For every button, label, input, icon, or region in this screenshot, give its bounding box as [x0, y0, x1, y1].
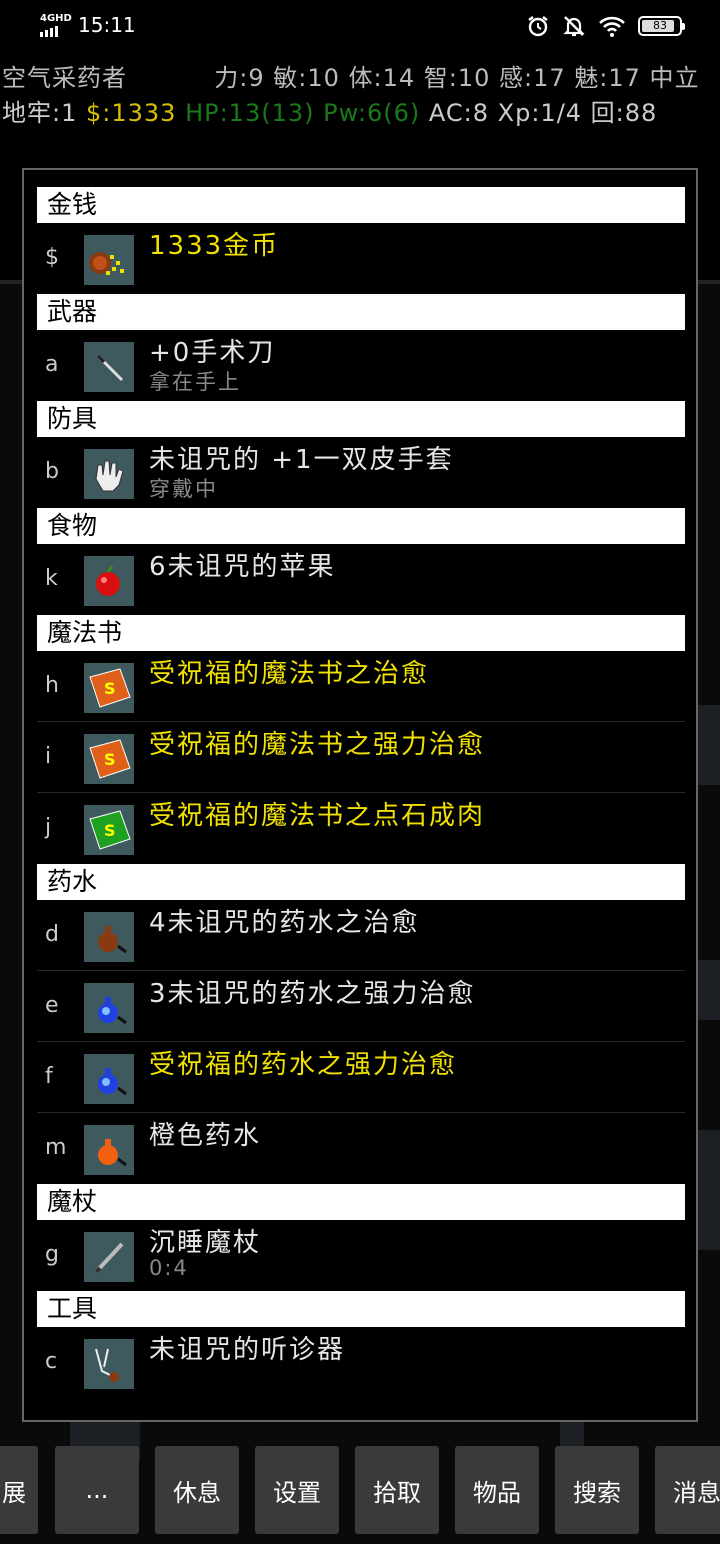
clock: 15:11	[78, 13, 136, 37]
scalpel-icon	[84, 342, 134, 392]
item-name: 受祝福的魔法书之治愈	[149, 659, 430, 689]
category-header: 药水	[37, 864, 685, 900]
svg-text:S: S	[104, 750, 116, 769]
spellbook-green-icon: S	[84, 805, 134, 855]
item-name: 橙色药水	[149, 1121, 262, 1151]
wifi-icon	[599, 16, 625, 37]
item-name: 未诅咒的 +1一双皮手套	[149, 445, 454, 475]
battery-icon: 83	[638, 16, 685, 36]
item-status: 0:4	[149, 1256, 189, 1280]
item-letter: e	[45, 993, 59, 1018]
hp-stat: HP:13(13)	[185, 99, 315, 127]
spellbook-orange-icon: S	[84, 663, 134, 713]
search-button[interactable]: 搜索	[555, 1446, 639, 1534]
item-letter: g	[45, 1242, 59, 1267]
item-letter: c	[45, 1349, 58, 1374]
item-name: 3未诅咒的药水之强力治愈	[149, 979, 476, 1009]
status-bar: 4GHD 15:11 83	[0, 0, 720, 52]
svg-text:S: S	[104, 821, 116, 840]
inventory-item[interactable]: m 橙色药水	[37, 1113, 685, 1184]
potion-brown-icon	[84, 912, 134, 962]
pw-stat: Pw:6(6)	[323, 99, 421, 127]
svg-text:S: S	[104, 679, 116, 698]
alarm-icon	[528, 16, 548, 37]
category-header: 魔法书	[37, 615, 685, 651]
hud-line-2: 地牢:1 $:1333 HP:13(13) Pw:6(6) AC:8 Xp:1/…	[2, 93, 657, 128]
inventory-item[interactable]: i S 受祝福的魔法书之强力治愈	[37, 722, 685, 793]
item-name: 沉睡魔杖	[149, 1228, 262, 1258]
bottom-action-bar: 展 ... 休息 设置 拾取 物品 搜索 消息	[0, 1446, 720, 1536]
item-letter: j	[45, 815, 52, 840]
messages-button[interactable]: 消息	[655, 1446, 720, 1534]
hud-line-1: 空气采药者 力:9 敏:10 体:14 智:10 感:17 魅:17 中立	[2, 58, 700, 93]
item-letter: a	[45, 352, 59, 377]
category-header: 食物	[37, 508, 685, 544]
pickup-button[interactable]: 拾取	[355, 1446, 439, 1534]
item-letter: m	[45, 1135, 67, 1160]
stethoscope-icon	[84, 1339, 134, 1389]
inventory-list: 金钱 $1333金币 武器 a +0手术刀 拿在手上 防具 b 未诅咒的 +1一双皮手套 穿戴中食…	[37, 187, 685, 1398]
bell-off-icon	[563, 16, 585, 37]
items-button[interactable]: 物品	[455, 1446, 539, 1534]
inventory-item[interactable]: a +0手术刀 拿在手上	[37, 330, 685, 401]
character-name: 空气采药者	[2, 64, 127, 92]
inventory-item[interactable]: h S 受祝福的魔法书之治愈	[37, 651, 685, 722]
inventory-item[interactable]: g 沉睡魔杖 0:4	[37, 1220, 685, 1291]
ac-xp-turn-stat: AC:8 Xp:1/4 回:88	[428, 99, 658, 127]
cellular-signal-icon: 4GHD	[38, 12, 72, 38]
expand-button[interactable]: 展	[0, 1446, 38, 1534]
item-letter: k	[45, 566, 58, 591]
item-letter: $	[45, 245, 59, 270]
gold-coins-icon	[84, 235, 134, 285]
category-header: 武器	[37, 294, 685, 330]
more-button[interactable]: ...	[55, 1446, 139, 1534]
item-name: 受祝福的魔法书之强力治愈	[149, 730, 486, 760]
item-letter: i	[45, 744, 52, 769]
item-letter: d	[45, 922, 59, 947]
rest-button[interactable]: 休息	[155, 1446, 239, 1534]
inventory-item[interactable]: c 未诅咒的听诊器	[37, 1327, 685, 1398]
inventory-item[interactable]: d 4未诅咒的药水之治愈	[37, 900, 685, 971]
spellbook-orange-icon: S	[84, 734, 134, 784]
item-name: 受祝福的魔法书之点石成肉	[149, 801, 486, 831]
category-header: 魔杖	[37, 1184, 685, 1220]
settings-button[interactable]: 设置	[255, 1446, 339, 1534]
item-name: 1333金币	[149, 231, 280, 261]
category-header: 防具	[37, 401, 685, 437]
inventory-item[interactable]: k 6未诅咒的苹果	[37, 544, 685, 615]
item-name: +0手术刀	[149, 338, 276, 368]
inventory-item[interactable]: b 未诅咒的 +1一双皮手套 穿戴中	[37, 437, 685, 508]
inventory-item[interactable]: j S 受祝福的魔法书之点石成肉	[37, 793, 685, 864]
attribute-stats: 力:9 敏:10 体:14 智:10 感:17 魅:17 中立	[214, 64, 700, 92]
item-letter: f	[45, 1064, 53, 1089]
dungeon-level: 地牢:1	[2, 99, 78, 127]
inventory-item[interactable]: f 受祝福的药水之强力治愈	[37, 1042, 685, 1113]
item-name: 受祝福的药水之强力治愈	[149, 1050, 458, 1080]
item-letter: b	[45, 459, 59, 484]
category-header: 工具	[37, 1291, 685, 1327]
potion-orange-icon	[84, 1125, 134, 1175]
potion-blue-icon	[84, 1054, 134, 1104]
inventory-menu: 金钱 $1333金币 武器 a +0手术刀 拿在手上 防具 b 未诅咒的 +1一双皮手套 穿戴中食…	[22, 168, 698, 1422]
item-name: 4未诅咒的药水之治愈	[149, 908, 420, 938]
wand-icon	[84, 1232, 134, 1282]
item-name: 6未诅咒的苹果	[149, 552, 336, 582]
inventory-item[interactable]: $1333金币	[37, 223, 685, 294]
apple-icon	[84, 556, 134, 606]
item-status: 拿在手上	[149, 370, 241, 394]
item-letter: h	[45, 673, 59, 698]
item-status: 穿戴中	[149, 477, 218, 501]
inventory-item[interactable]: e 3未诅咒的药水之强力治愈	[37, 971, 685, 1042]
item-name: 未诅咒的听诊器	[149, 1335, 346, 1365]
glove-icon	[84, 449, 134, 499]
potion-blue-icon	[84, 983, 134, 1033]
gold-stat: $:1333	[86, 99, 177, 127]
category-header: 金钱	[37, 187, 685, 223]
